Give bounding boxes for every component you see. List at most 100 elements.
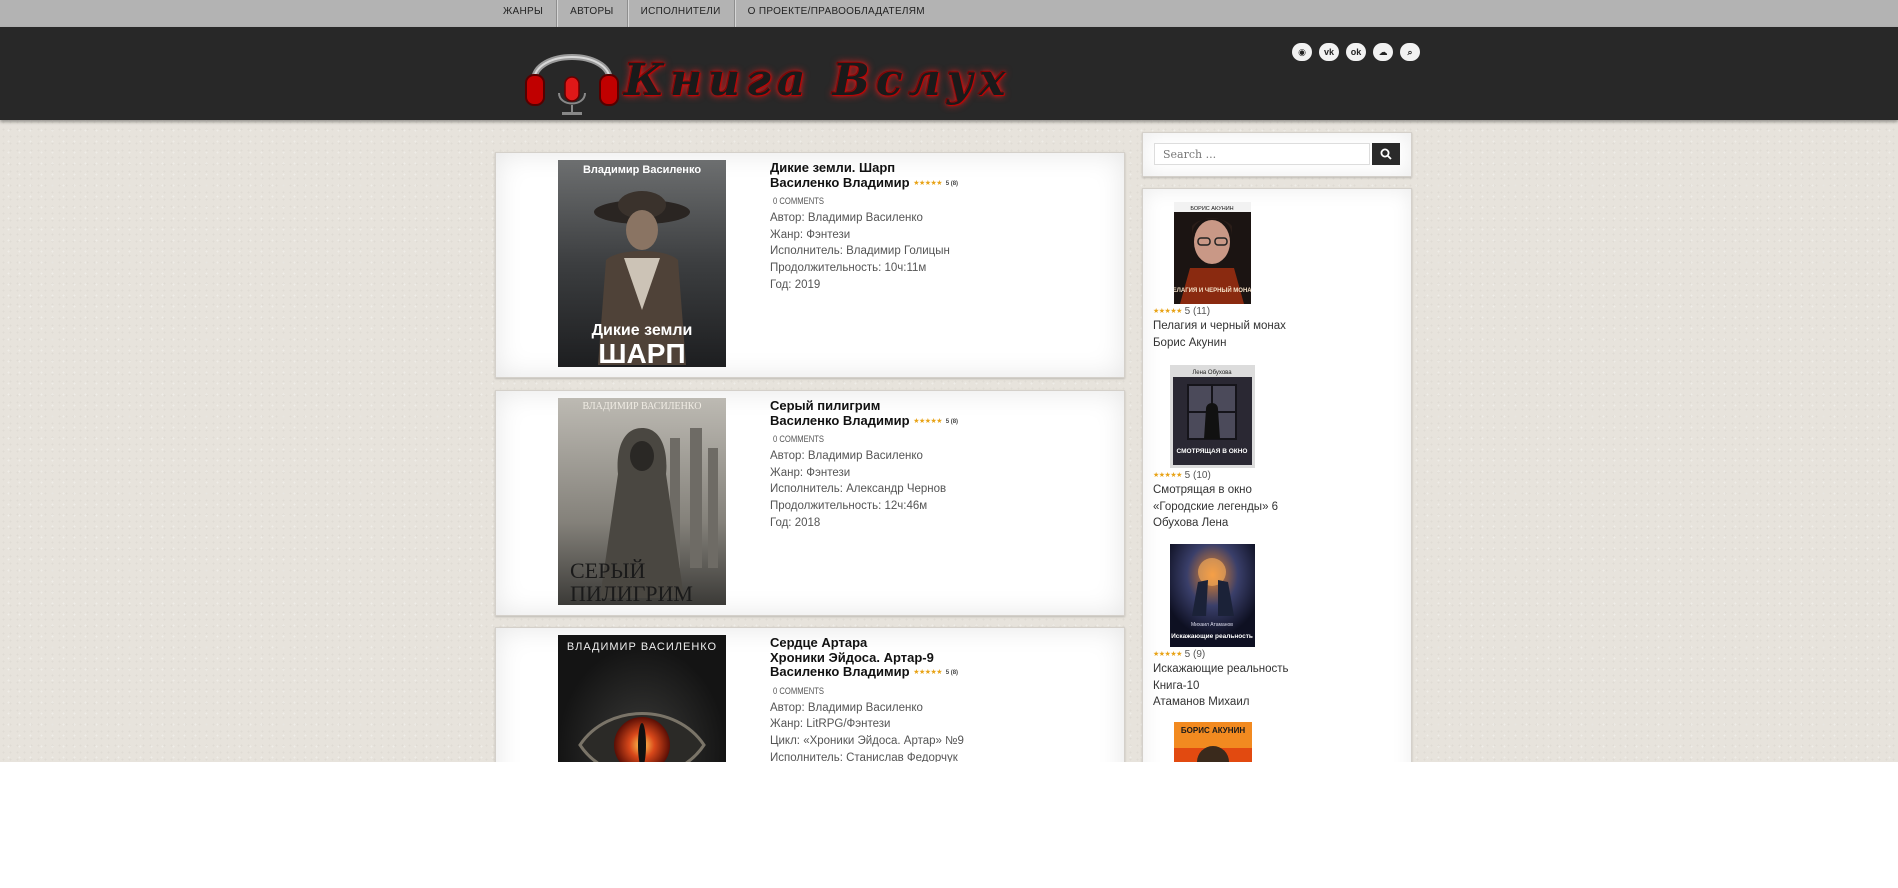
meta-narrator: Исполнитель: Александр Чернов [770,483,947,496]
rating-stars[interactable]: ★★★★★ [1153,472,1182,479]
meta-genre: Жанр: Фэнтези [770,466,851,479]
comments-link[interactable]: 0 COMMENTS [773,196,1059,206]
search-icon[interactable]: ⌕ [1400,43,1420,61]
rating-stars[interactable]: ★★★★★ [1153,651,1182,658]
cover-title-1: СЕРЫЙ [570,558,646,583]
post-title-line: Дикие земли. Шарп [770,160,896,175]
sidebar-book-title[interactable]: Искажающие реальность [1153,661,1403,678]
cover-author: Владимир Василенко [583,164,701,176]
post-info: Серый пилигрим Василенко Владимир ★★★★★ … [770,398,1110,532]
sidebar-cover-author: Лена Обухова [1192,370,1232,376]
post-title-line: Серый пилигрим [770,398,881,413]
sidebar-cover-title: СМОТРЯЩАЯ В ОКНО [1177,448,1248,455]
sidebar-book-title[interactable]: Смотрящая в окно [1153,482,1403,499]
rating-stars[interactable]: ★★★★★ [1153,308,1182,315]
search-widget [1142,132,1412,177]
logo-text: Книга Вслух [624,55,1012,106]
book-cover[interactable]: Владимир Василенко Дикие земли ШАРП [558,160,726,367]
post-author-line: Василенко Владимир [770,412,910,428]
meta-genre: Жанр: LitRPG/Фэнтези [770,718,891,731]
cover-title-2: ШАРП [598,338,685,367]
headphones-icon [525,54,619,115]
meta-year: Год: 2018 [770,516,821,529]
search-button[interactable] [1372,143,1400,165]
rating-stars[interactable]: ★★★★★ [913,418,942,425]
search-input[interactable] [1154,143,1370,165]
vk-icon[interactable]: vk [1319,43,1339,61]
sidebar-book-cover[interactable]: БОРИС АКУНИН ПЕЛАГИЯ И ЧЕРНЫЙ МОНАХ [1174,202,1251,304]
rating-count: 5 (10) [1184,470,1211,481]
meta-year: Год: 2019 [770,278,821,291]
post-title[interactable]: Сердце Артара Хроники Эйдоса. Артар-9 Ва… [770,635,1110,681]
post-card: ВЛАДИМИР ВАСИЛЕНКО Сердце Артара Хроники… [495,627,1125,762]
sidebar-book: Лена Обухова СМОТРЯЩАЯ В ОКНО ★★★★★ 5 (1… [1153,365,1403,532]
sidebar-book-cover[interactable]: Лена Обухова СМОТРЯЩАЯ В ОКНО [1170,365,1255,468]
sidebar-cover-title: Искажающие реальность [1171,633,1253,640]
book-cover[interactable]: ВЛАДИМИР ВАСИЛЕНКО [558,635,726,762]
post-info: Дикие земли. Шарп Василенко Владимир ★★★… [770,160,1110,294]
sidebar-book-cover[interactable]: БОРИС АКУНИН [1174,722,1252,762]
sidebar-book-author[interactable]: Борис Акунин [1153,335,1403,352]
post-title-line: Хроники Эйдоса. Артар-9 [770,649,934,665]
post-author-line: Василенко Владимир [770,174,910,190]
comments-link[interactable]: 0 COMMENTS [773,686,1059,696]
sidebar-cover-author: БОРИС АКУНИН [1181,726,1245,735]
cover-author: ВЛАДИМИР ВАСИЛЕНКО [567,641,717,653]
sidebar-cover-title: ПЕЛАГИЯ И ЧЕРНЫЙ МОНАХ [1174,286,1251,294]
eye-icon[interactable]: ◉ [1292,43,1312,61]
popular-books-widget: БОРИС АКУНИН ПЕЛАГИЯ И ЧЕРНЫЙ МОНАХ ★★★★… [1142,188,1412,762]
nav-item-authors[interactable]: АВТОРЫ [557,0,628,27]
top-navigation: ЖАНРЫ АВТОРЫ ИСПОЛНИТЕЛИ О ПРОЕКТЕ/ПРАВО… [0,0,1898,28]
magnifier-icon [1380,148,1392,160]
comments-link[interactable]: 0 COMMENTS [773,434,1059,444]
nav-item-narrators[interactable]: ИСПОЛНИТЕЛИ [628,0,735,27]
odnoklassniki-icon[interactable]: ok [1346,43,1366,61]
sidebar-book-subtitle[interactable]: Книга-10 [1153,678,1403,695]
site-header: Книга Вслух ◉ vk ok ☁ ⌕ [0,27,1898,120]
meta-author: Автор: Владимир Василенко [770,212,923,224]
post-author-line: Василенко Владимир [770,664,910,679]
cover-art: ВЛАДИМИР ВАСИЛЕНКО [558,635,726,762]
cover-title-2: ПИЛИГРИМ [570,581,693,605]
post-title-line: Сердце Артара [770,635,868,650]
meta-narrator: Исполнитель: Владимир Голицын [770,245,950,258]
meta-duration: Продолжительность: 12ч:46м [770,500,928,513]
sidebar-cover-author: Михаил Атаманов [1191,622,1233,628]
rating-stars[interactable]: ★★★★★ [913,180,942,187]
sidebar-book-series[interactable]: «Городские легенды» 6 [1153,499,1403,516]
rating-count: 5 (8) [945,670,959,676]
cover-art: Владимир Василенко Дикие земли ШАРП [558,160,726,367]
rating-stars[interactable]: ★★★★★ [913,669,942,676]
rating-count: 5 (8) [945,180,959,187]
meta-genre: Жанр: Фэнтези [770,228,851,241]
sidebar-book: БОРИС АКУНИН ПЕЛАГИЯ И ЧЕРНЫЙ МОНАХ ★★★★… [1153,202,1403,351]
page-viewport: ЖАНРЫ АВТОРЫ ИСПОЛНИТЕЛИ О ПРОЕКТЕ/ПРАВО… [0,0,1898,762]
social-links: ◉ vk ok ☁ ⌕ [1292,43,1420,61]
cover-title-1: Дикие земли [592,322,693,339]
post-title[interactable]: Серый пилигрим Василенко Владимир ★★★★★ … [770,398,1110,429]
meta-series: Цикл: «Хроники Эйдоса. Артар» №9 [770,734,964,747]
sidebar-cover-author: БОРИС АКУНИН [1190,206,1233,212]
cloud-icon[interactable]: ☁ [1373,43,1393,61]
post-title[interactable]: Дикие земли. Шарп Василенко Владимир ★★★… [770,160,1110,191]
sidebar-book-author[interactable]: Обухова Лена [1153,515,1403,532]
post-info: Сердце Артара Хроники Эйдоса. Артар-9 Ва… [770,635,1110,762]
post-card: Владимир Василенко Дикие земли ШАРП Дики… [495,152,1125,378]
meta-duration: Продолжительность: 10ч:11м [770,262,927,275]
meta-author: Автор: Владимир Василенко [770,701,923,714]
sidebar-book: БОРИС АКУНИН [1153,722,1403,762]
cover-author: ВЛАДИМИР ВАСИЛЕНКО [583,401,702,412]
rating-count: 5 (11) [1184,306,1211,317]
rating-count: 5 (8) [945,418,959,425]
nav-item-about[interactable]: О ПРОЕКТЕ/ПРАВООБЛАДАТЕЛЯМ [735,0,938,27]
sidebar-book: Михаил Атаманов Искажающие реальность ★★… [1153,544,1403,711]
sidebar-book-cover[interactable]: Михаил Атаманов Искажающие реальность [1170,544,1255,647]
book-cover[interactable]: ВЛАДИМИР ВАСИЛЕНКО СЕРЫЙ ПИЛИГРИМ [558,398,726,605]
nav-item-genres[interactable]: ЖАНРЫ [490,0,558,27]
meta-narrator: Исполнитель: Станислав Федорчук [770,751,958,762]
site-logo[interactable]: Книга Вслух [524,37,1005,117]
sidebar-book-author[interactable]: Атаманов Михаил [1153,694,1403,711]
sidebar-book-title[interactable]: Пелагия и черный монах [1153,318,1403,335]
post-card: ВЛАДИМИР ВАСИЛЕНКО СЕРЫЙ ПИЛИГРИМ Серый … [495,390,1125,616]
rating-count: 5 (9) [1184,649,1206,660]
